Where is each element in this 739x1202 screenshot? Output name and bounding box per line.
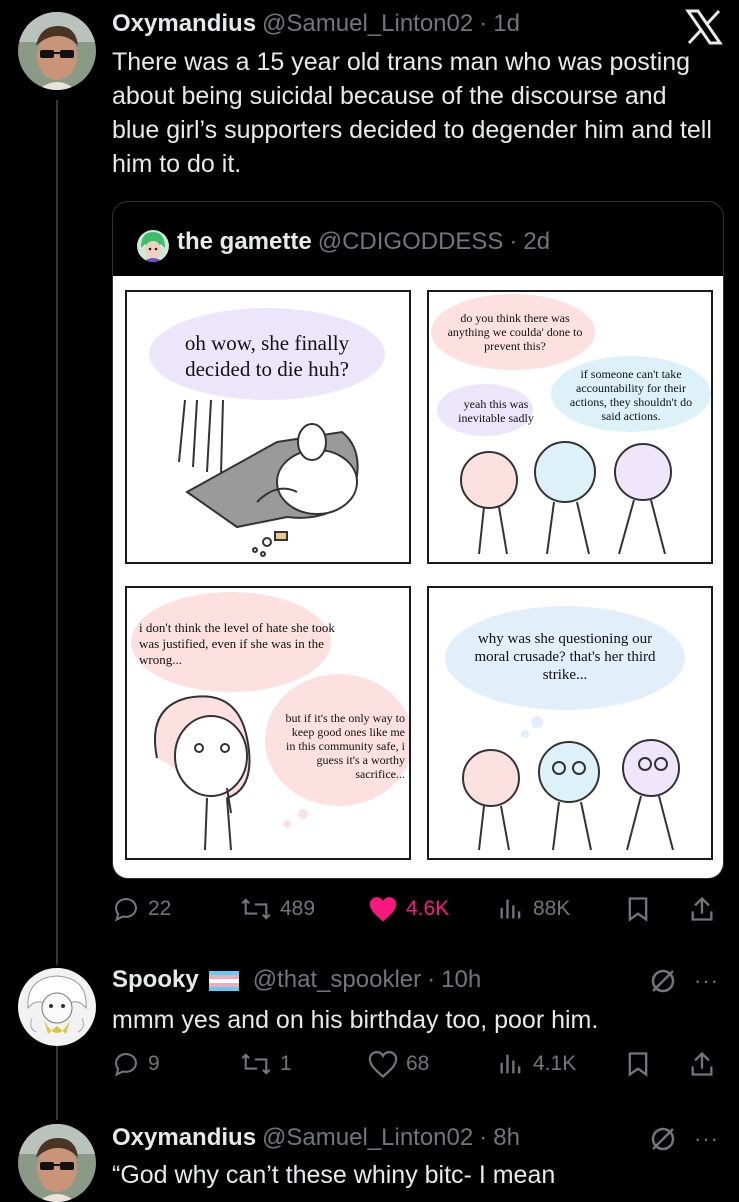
handle[interactable]: @Samuel_Linton02 (262, 10, 473, 38)
quoted-header: the gamette @CDIGODDESS · 2d (177, 228, 550, 256)
grok-icon[interactable] (648, 966, 678, 1001)
timestamp[interactable]: 10h (441, 966, 481, 994)
more-icon[interactable]: ··· (694, 968, 719, 994)
panel-2-text-a: do you think there was anything we could… (447, 311, 583, 353)
comic-panel-4: why was she questioning our moral crusad… (427, 586, 713, 860)
trans-flag-icon (208, 970, 239, 991)
post-header: Spooky @that_spookler · 10h (112, 966, 481, 994)
display-name[interactable]: Spooky (112, 966, 199, 994)
reply-count: 22 (148, 897, 172, 920)
comic-panel-1: oh wow, she finally decided to die huh? (125, 290, 411, 564)
share-button[interactable] (688, 1050, 716, 1078)
panel-2-speech-c: if someone can't take accountability for… (563, 362, 699, 428)
repost-button[interactable]: 1 (240, 1050, 292, 1078)
repost-icon (241, 1053, 271, 1075)
bookmark-button[interactable] (624, 1050, 652, 1078)
post-text: mmm yes and on his birthday too, poor hi… (112, 1006, 599, 1034)
views-icon (500, 899, 521, 919)
panel-3-speech-b: but if it's the only way to keep good on… (283, 696, 405, 796)
quoted-avatar (137, 230, 169, 262)
share-icon (691, 1051, 713, 1076)
panel-3-text-a: i don't think the level of hate she took… (139, 620, 335, 667)
like-count: 68 (406, 1052, 430, 1075)
post-text: There was a 15 year old trans man who wa… (112, 48, 712, 178)
reply-count: 9 (148, 1052, 160, 1075)
like-button[interactable]: 4.6K (368, 895, 449, 923)
bookmark-icon (628, 897, 648, 922)
x-close-icon[interactable] (684, 8, 724, 46)
panel-1-text: oh wow, she finally decided to die huh? (184, 331, 350, 381)
thread-line-2 (56, 1042, 58, 1120)
repost-count: 1 (280, 1052, 292, 1075)
timestamp[interactable]: 8h (493, 1124, 520, 1152)
display-name[interactable]: Oxymandius (112, 1124, 256, 1152)
reply-button[interactable]: 9 (112, 1050, 160, 1078)
comic-image[interactable]: oh wow, she finally decided to die huh? … (113, 276, 723, 878)
comic-panel-3: i don't think the level of hate she took… (125, 586, 411, 860)
reply-button[interactable]: 22 (112, 895, 171, 923)
display-name[interactable]: Oxymandius (112, 10, 256, 38)
quoted-handle: @CDIGODDESS (317, 228, 504, 255)
share-icon (691, 896, 713, 921)
post-header: Oxymandius @Samuel_Linton02 · 8h (112, 1124, 520, 1152)
handle[interactable]: @that_spookler (253, 966, 421, 994)
post-header: Oxymandius @Samuel_Linton02 · 1d (112, 10, 520, 38)
quoted-timestamp: 2d (523, 228, 551, 255)
heart-icon (368, 1050, 398, 1078)
post-text: “God why can’t these whiny bitc- I mean (112, 1161, 556, 1189)
avatar[interactable] (18, 1124, 96, 1202)
quoted-display-name: the gamette (177, 228, 312, 255)
panel-2-speech-a: do you think there was anything we could… (445, 304, 585, 360)
views-icon (500, 1054, 521, 1074)
repost-count: 489 (280, 897, 316, 920)
share-button[interactable] (688, 895, 716, 923)
panel-3-speech-a: i don't think the level of hate she took… (139, 602, 335, 686)
separator-dot: · (479, 10, 488, 37)
separator-dot: · (427, 966, 436, 993)
handle[interactable]: @Samuel_Linton02 (262, 1124, 473, 1152)
quoted-separator-dot: · (509, 228, 518, 255)
avatar[interactable] (18, 12, 96, 90)
panel-2-text-c: if someone can't take accountability for… (569, 367, 693, 423)
separator-dot: · (479, 1124, 488, 1151)
panel-3-text-b: but if it's the only way to keep good on… (285, 711, 405, 781)
timestamp[interactable]: 1d (493, 10, 520, 38)
avatar[interactable] (18, 968, 96, 1046)
grok-icon[interactable] (648, 1124, 678, 1159)
quoted-post[interactable]: the gamette @CDIGODDESS · 2d oh wow, she… (112, 201, 724, 879)
bookmark-button[interactable] (624, 895, 652, 923)
more-icon[interactable]: ··· (694, 1126, 719, 1152)
comic-panel-2: do you think there was anything we could… (427, 290, 713, 564)
panel-2-text-b: yeah this was inevitable sadly (458, 397, 534, 425)
heart-icon (369, 897, 397, 922)
repost-icon (241, 898, 271, 920)
like-count: 4.6K (406, 897, 450, 920)
panel-2-speech-b: yeah this was inevitable sadly (449, 396, 543, 426)
panel-4-thought: why was she questioning our moral crusad… (465, 622, 665, 692)
like-button[interactable]: 68 (368, 1050, 429, 1078)
repost-button[interactable]: 489 (240, 895, 315, 923)
views-button[interactable]: 88K (497, 895, 570, 923)
panel-4-text: why was she questioning our moral crusad… (474, 631, 656, 683)
views-count: 88K (533, 897, 571, 920)
views-button[interactable]: 4.1K (497, 1050, 576, 1078)
bookmark-icon (628, 1052, 648, 1077)
reply-icon (115, 898, 137, 922)
reply-icon (115, 1053, 137, 1077)
thread-line-1 (56, 100, 58, 965)
views-count: 4.1K (533, 1052, 577, 1075)
panel-1-speech: oh wow, she finally decided to die huh? (177, 314, 357, 398)
